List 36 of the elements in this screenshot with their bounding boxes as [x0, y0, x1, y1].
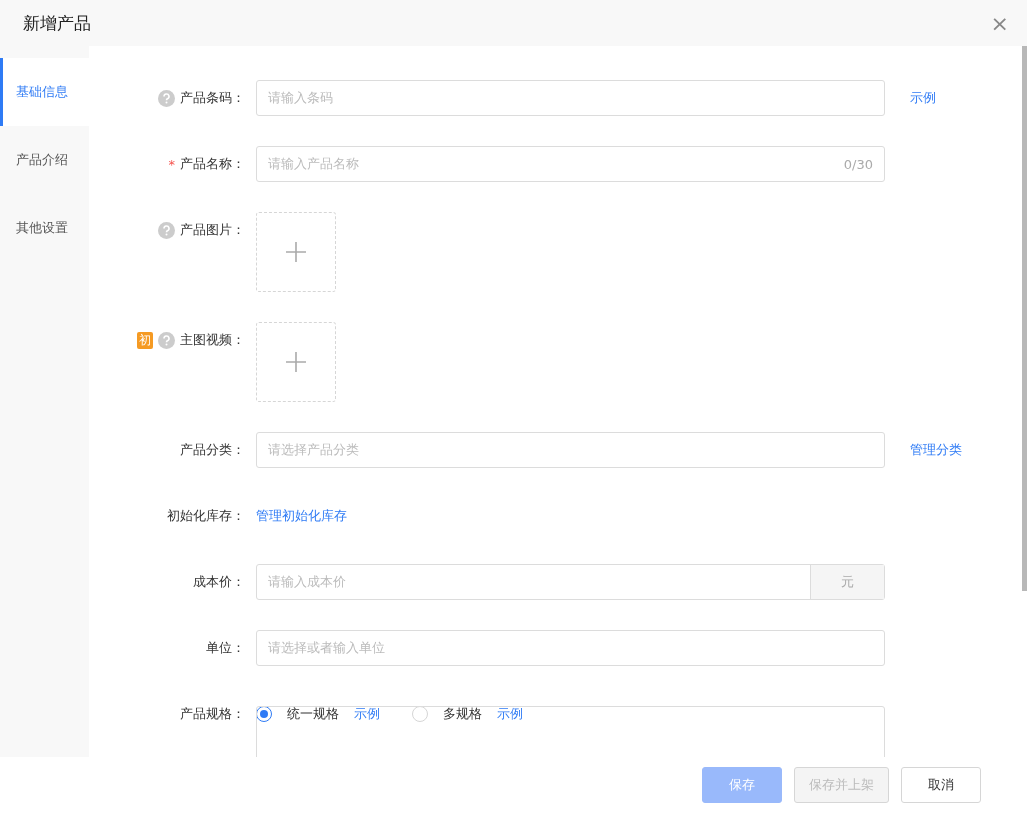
upload-button[interactable] [256, 322, 336, 402]
badge: 初 [137, 331, 153, 349]
plus-icon [286, 242, 306, 262]
help-icon[interactable] [158, 89, 175, 107]
footer-button[interactable]: 取消 [901, 767, 981, 803]
field-label: 产品名称： [180, 155, 245, 173]
sidebar-tab[interactable]: 其他设置 [0, 194, 89, 262]
radio-label[interactable]: 统一规格 [287, 705, 339, 723]
input-field[interactable]: 请输入产品名称 0/30 [256, 146, 885, 182]
side-link[interactable]: 管理分类 [910, 442, 962, 458]
input-field[interactable]: 请输入成本价 元 [256, 564, 885, 600]
close-button[interactable]: × [986, 10, 1013, 36]
help-icon[interactable] [158, 331, 175, 349]
field-label: 单位： [206, 639, 245, 657]
field-label: 产品条码： [180, 89, 245, 107]
help-icon[interactable] [158, 221, 175, 239]
example-link[interactable]: 示例 [354, 705, 380, 723]
field-label: 初始化库存： [167, 507, 245, 525]
sidebar-tab[interactable]: 产品介绍 [0, 126, 89, 194]
sidebar-tab[interactable]: 基础信息 [0, 58, 89, 126]
field-label: 成本价： [193, 573, 245, 591]
dialog-title: 新增产品 [23, 11, 91, 35]
field-label: 产品规格： [180, 705, 245, 723]
radio-label[interactable]: 多规格 [443, 705, 482, 723]
char-counter: 0/30 [843, 156, 873, 172]
example-link[interactable]: 示例 [497, 705, 523, 723]
field-label: 主图视频： [180, 331, 245, 349]
upload-button[interactable] [256, 212, 336, 292]
field-label: 产品图片： [180, 221, 245, 239]
field-label: 产品分类： [180, 441, 245, 459]
side-link[interactable]: 示例 [910, 90, 936, 106]
plus-icon [286, 352, 306, 372]
required-mark: * [168, 156, 175, 172]
unit-addon: 元 [810, 565, 884, 599]
scrollbar[interactable] [1022, 46, 1027, 591]
manage-link[interactable]: 管理初始化库存 [256, 507, 347, 525]
